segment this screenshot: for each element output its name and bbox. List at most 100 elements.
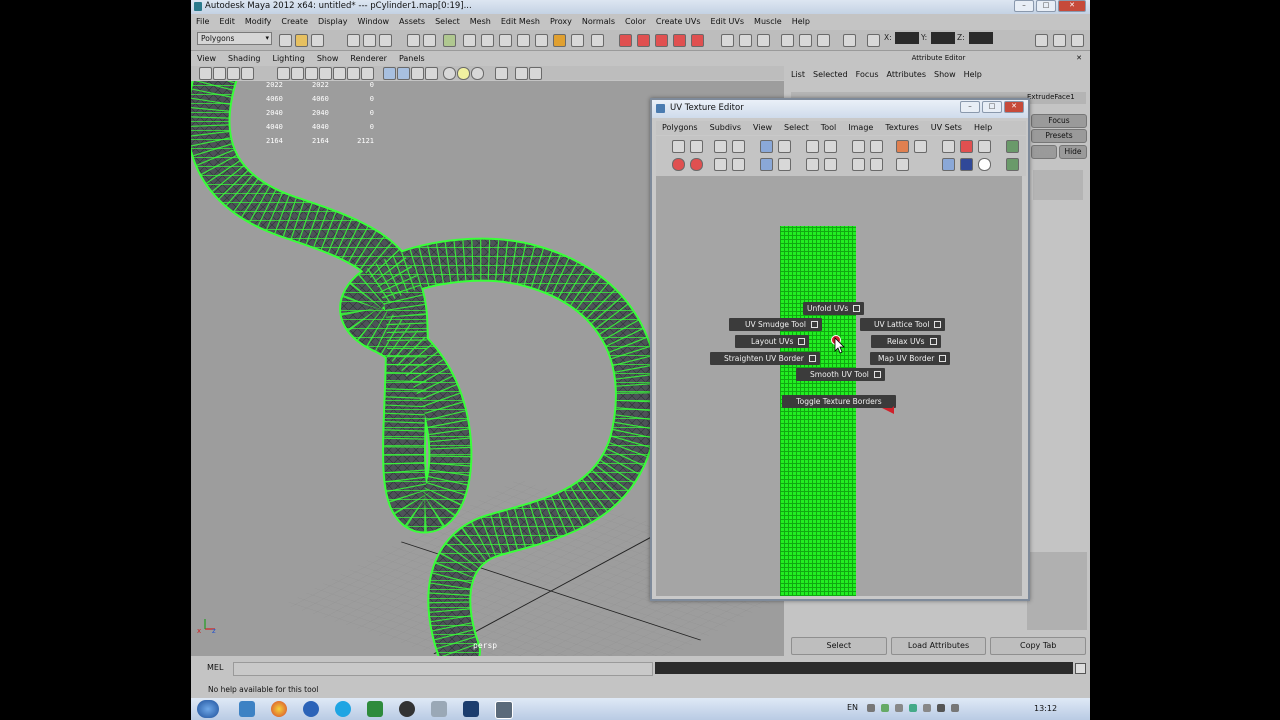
uv-menu-textures[interactable]: Textures [879,121,924,135]
render-settings-icon[interactable] [655,34,668,47]
ipr-render-icon[interactable] [637,34,650,47]
mel-label[interactable]: MEL [207,663,223,672]
marking-menu-relax-uvs[interactable]: Relax UVs [871,335,941,348]
coord-x-field[interactable] [895,32,919,44]
menu-edit-mesh[interactable]: Edit Mesh [496,15,545,29]
construction-icon[interactable] [591,34,604,47]
uv-set-icon[interactable] [1006,158,1019,171]
uv-distort-icon[interactable] [806,158,819,171]
lock-icon[interactable] [553,34,566,47]
menu-normals[interactable]: Normals [577,15,620,29]
snap-point-icon[interactable] [481,34,494,47]
menu-color[interactable]: Color [620,15,651,29]
lights-icon[interactable] [457,67,470,80]
record-icon[interactable] [672,158,685,171]
move-sew-icon[interactable] [806,140,819,153]
gate-mask-icon[interactable] [319,67,332,80]
menu-create-uvs[interactable]: Create UVs [651,15,706,29]
menu-proxy[interactable]: Proxy [545,15,577,29]
image-range-icon[interactable] [896,158,909,171]
rotate-ccw-icon[interactable] [714,140,727,153]
tab-extrude-face[interactable]: ExtrudeFace1 [1027,93,1075,101]
app-icon[interactable] [367,701,383,717]
wireframe-on-shaded-icon[interactable] [411,67,424,80]
flip-v-icon[interactable] [690,140,703,153]
snap-plane-icon[interactable] [499,34,512,47]
marking-menu-map-uv-border[interactable]: Map UV Border [870,352,951,365]
marking-menu-layout-uvs[interactable]: Layout UVs [735,335,810,348]
menu-set-dropdown[interactable]: Polygons [197,32,272,45]
camera-select-icon[interactable] [199,67,212,80]
tool-icon[interactable] [431,701,447,717]
layout-icon[interactable] [757,34,770,47]
ao-icon[interactable] [495,67,508,80]
texture-borders-icon[interactable] [824,158,837,171]
uv-layout-icon[interactable] [781,34,794,47]
camera-attributes-icon[interactable] [213,67,226,80]
uv-canvas[interactable]: Unfold UVs UV Smudge Tool UV Lattice Too… [656,176,1022,596]
outliner-icon[interactable] [1071,34,1084,47]
snap-grid-icon[interactable] [443,34,456,47]
attr-menu-list[interactable]: List [787,68,809,82]
show-button[interactable]: Show [1031,145,1057,159]
xray-icon[interactable] [425,67,438,80]
option-box-icon[interactable] [798,338,806,345]
maya-task-icon[interactable] [495,701,513,719]
uv-shell[interactable] [780,226,856,596]
shade-uvs-icon[interactable] [1006,140,1019,153]
select-component-icon[interactable] [379,34,392,47]
command-input[interactable] [233,662,653,676]
grow-selection-icon[interactable] [732,158,745,171]
option-box-icon[interactable] [810,321,818,328]
marking-menu-uv-smudge-tool[interactable]: UV Smudge Tool [729,318,822,331]
attr-menu-attributes[interactable]: Attributes [883,68,931,82]
help-icon[interactable] [535,34,548,47]
display-grid-icon[interactable] [942,140,955,153]
marking-menu-uv-lattice-tool[interactable]: UV Lattice Tool [860,318,946,331]
close-button[interactable]: ✕ [1058,0,1086,12]
snapshot-icon[interactable] [896,140,909,153]
explorer-icon[interactable] [239,701,255,717]
option-box-icon[interactable] [873,371,881,378]
select-face-icon[interactable] [778,158,791,171]
script-editor-icon[interactable] [1075,663,1086,674]
transform-mode-icon[interactable] [867,34,880,47]
dim-image-icon[interactable] [852,158,865,171]
uv-menu-tool[interactable]: Tool [815,121,843,135]
unitize-icon[interactable] [914,140,927,153]
snap-curve-icon[interactable] [463,34,476,47]
marking-menu-toggle-texture-borders[interactable]: Toggle Texture Borders [782,395,896,408]
isolate-icon[interactable] [978,140,991,153]
rotate-cw-icon[interactable] [732,140,745,153]
menu-select[interactable]: Select [430,15,465,29]
focus-button[interactable]: Focus [1031,114,1087,128]
minimize-button[interactable]: – [1014,0,1034,12]
uv-menu-polygons[interactable]: Polygons [656,121,704,135]
alpha-channel-icon[interactable] [978,158,991,171]
tray-icon[interactable] [923,704,931,712]
uv-menu-view[interactable]: View [747,121,778,135]
select-mode-icon[interactable] [843,34,856,47]
new-scene-icon[interactable] [279,34,292,47]
menu-edit[interactable]: Edit [214,15,240,29]
viewport-menu-lighting[interactable]: Lighting [266,52,310,65]
volume-icon[interactable] [951,704,959,712]
tray-icon[interactable] [867,704,875,712]
ie-icon[interactable] [303,701,319,717]
history-icon[interactable] [571,34,584,47]
photoshop-icon[interactable] [463,701,479,717]
coord-z-field[interactable] [969,32,993,44]
viewport-menu-shading[interactable]: Shading [222,52,267,65]
image-plane-icon[interactable] [241,67,254,80]
bookmark-icon[interactable] [227,67,240,80]
menu-muscle[interactable]: Muscle [749,15,787,29]
layout-icon[interactable] [824,140,837,153]
panel-close-icon[interactable]: ✕ [1076,54,1082,62]
viewport-menu-view[interactable]: View [191,52,222,65]
steam-icon[interactable] [399,701,415,717]
channel-box-icon[interactable] [799,34,812,47]
stop-icon[interactable] [690,158,703,171]
shadows-icon[interactable] [471,67,484,80]
language-indicator[interactable]: EN [847,703,858,712]
xray-joints-icon[interactable] [529,67,542,80]
